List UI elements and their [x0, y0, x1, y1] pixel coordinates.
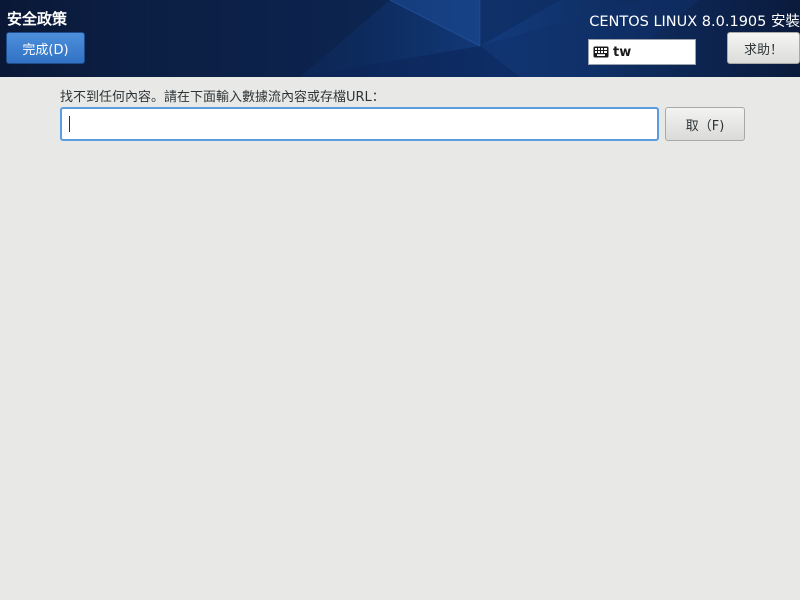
keyboard-icon	[593, 46, 609, 58]
content-prompt: 找不到任何內容。請在下面輸入數據流內容或存檔URL：	[60, 90, 385, 105]
help-button[interactable]: 求助！	[727, 32, 800, 64]
header-bar: 安全政策 完成(D) CENTOS LINUX 8.0.1905 安裝 tw 求…	[0, 0, 800, 77]
fetch-button[interactable]: 取（F)	[665, 107, 745, 141]
keyboard-layout-indicator[interactable]: tw	[588, 39, 696, 65]
keyboard-layout-label: tw	[613, 44, 632, 60]
spoke-title: 安全政策	[7, 10, 68, 28]
done-button[interactable]: 完成(D)	[6, 32, 85, 64]
url-input[interactable]	[60, 107, 659, 141]
product-title: CENTOS LINUX 8.0.1905 安裝	[589, 14, 800, 30]
text-caret	[69, 116, 70, 132]
